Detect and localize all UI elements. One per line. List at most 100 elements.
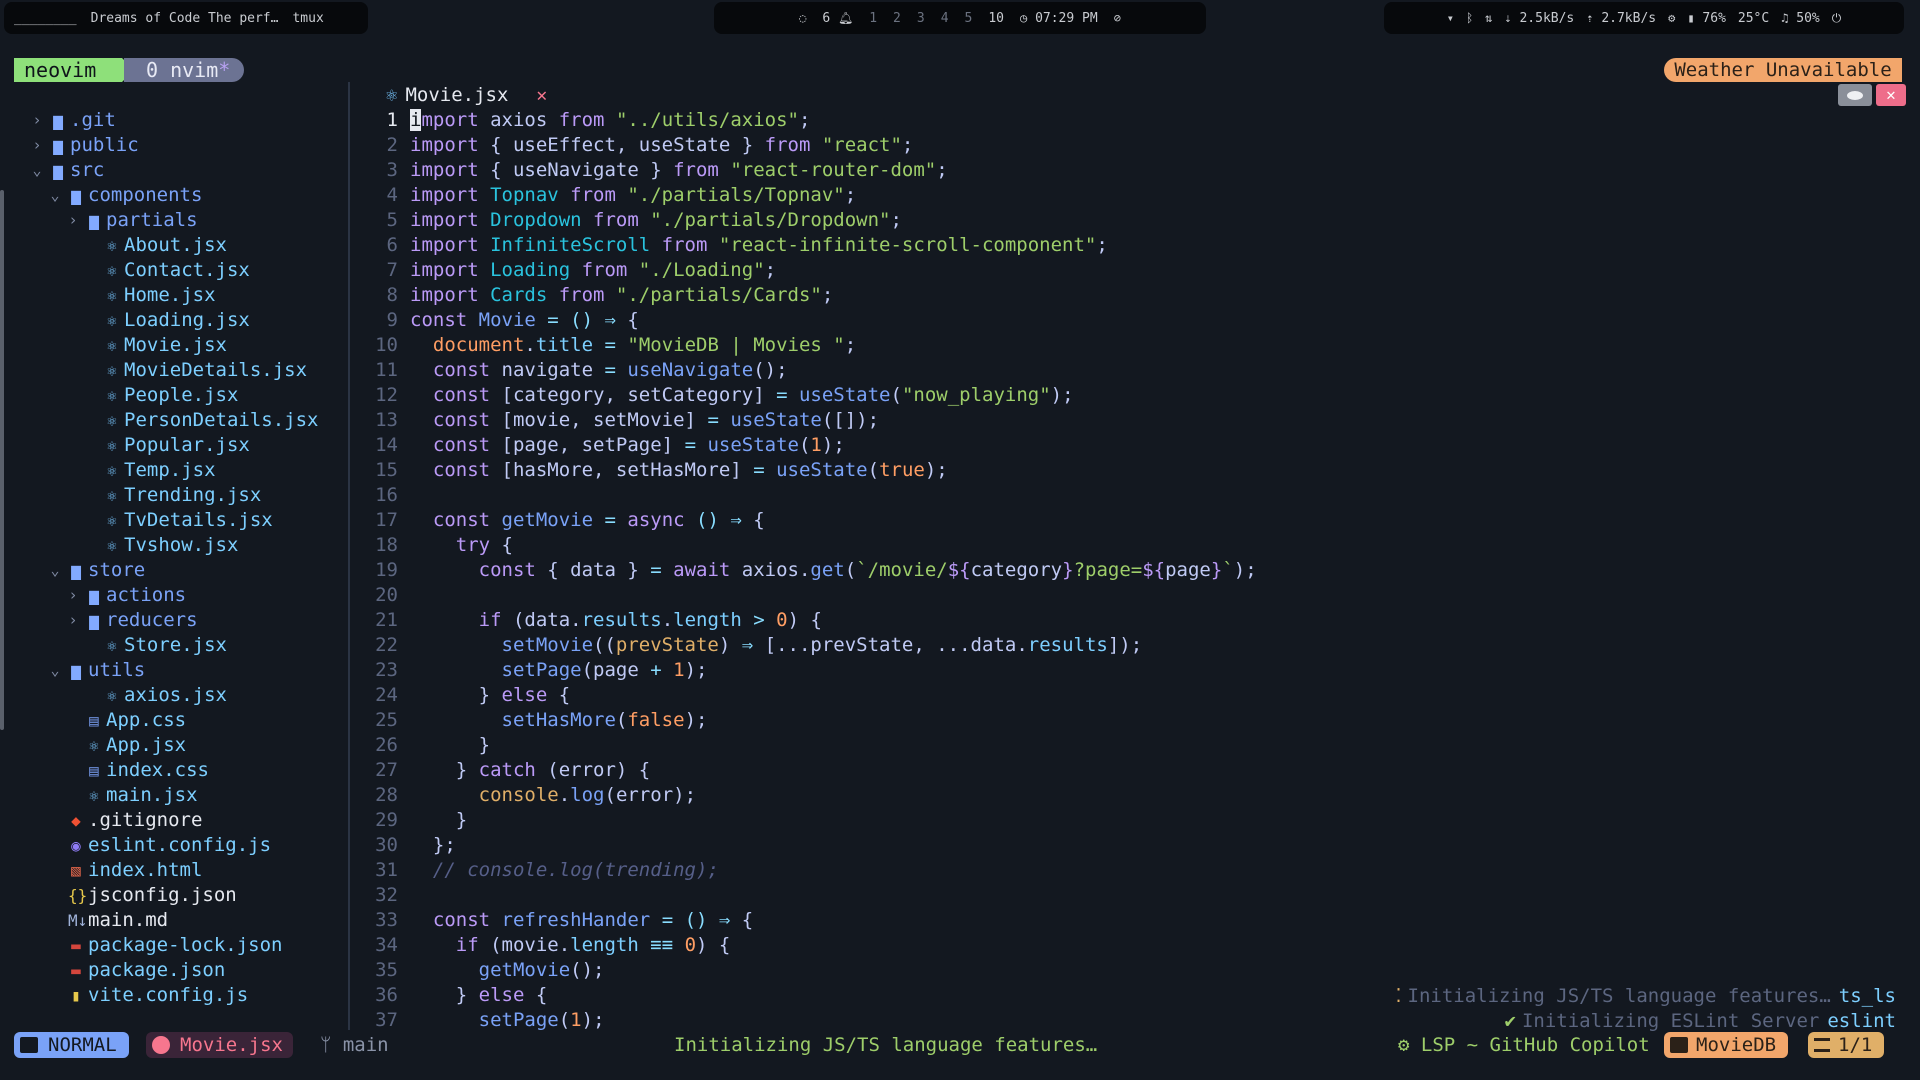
tmux-window-tab[interactable]: 0 nvim* [124,58,244,82]
clock[interactable]: ◷ 07:29 PM [1020,11,1098,26]
close-icon[interactable]: ✕ [536,85,547,106]
tree-file[interactable]: ▤ index.css [30,758,350,783]
chevron-down-icon[interactable]: ⌄ [48,658,62,683]
chevron-down-icon[interactable]: ⌄ [48,558,62,583]
workspace-3[interactable]: 3 [917,11,925,26]
bluetooth-icon[interactable]: ᛒ [1466,11,1473,25]
tree-file[interactable]: ⚛ People.jsx [30,383,350,408]
code-line[interactable]: 3 import { useNavigate } from "react-rout… [362,158,1902,183]
code-line[interactable]: 12 const [category, setCategory] = useSt… [362,383,1902,408]
code-line[interactable]: 14 const [page, setPage] = useState(1); [362,433,1902,458]
workspace-6[interactable]: 6 🔔︎ [822,11,853,26]
network-icon[interactable]: ⇅ [1485,11,1492,25]
workspace-4[interactable]: 4 [941,11,949,26]
tree-folder[interactable]: ⌄ ▆ utils [30,658,350,683]
tree-file[interactable]: ◆ .gitignore [30,808,350,833]
tree-file[interactable]: ⚛ TvDetails.jsx [30,508,350,533]
code-line[interactable]: 8 import Cards from "./partials/Cards"; [362,283,1902,308]
left-scrollbar[interactable] [0,190,4,730]
project-name[interactable]: MovieDB [1664,1032,1789,1058]
volume[interactable]: ♫ 50% [1781,11,1820,26]
code-line[interactable]: 7 import Loading from "./Loading"; [362,258,1902,283]
chevron-down-icon[interactable]: ⌄ [48,183,62,208]
code-line[interactable]: 35 getMovie(); [362,958,1902,983]
code-line[interactable]: 18 try { [362,533,1902,558]
code-line[interactable]: 13 const [movie, setMovie] = useState([]… [362,408,1902,433]
code-line[interactable]: 24 } else { [362,683,1902,708]
tree-file[interactable]: ▧ index.html [30,858,350,883]
tree-file[interactable]: ⚛ PersonDetails.jsx [30,408,350,433]
code-line[interactable]: 11 const navigate = useNavigate(); [362,358,1902,383]
code-editor[interactable]: 1 import axios from "../utils/axios"; 2 imp… [362,108,1902,1033]
code-line[interactable]: 34 if (movie.length ≡≡ 0) { [362,933,1902,958]
workspace-indicator[interactable]: ________ [14,11,77,26]
tree-folder[interactable]: ⌄ ▆ store [30,558,350,583]
tree-file[interactable]: ⚛ Tvshow.jsx [30,533,350,558]
tree-file[interactable]: ▬ package.json [30,958,350,983]
code-line[interactable]: 17 const getMovie = async () ⇒ { [362,508,1902,533]
code-line[interactable]: 30 }; [362,833,1902,858]
workspace-5[interactable]: 5 [965,11,973,26]
code-line[interactable]: 6 import InfiniteScroll from "react-infin… [362,233,1902,258]
code-line[interactable]: 19 const { data } = await axios.get(`/mo… [362,558,1902,583]
tree-file[interactable]: ⚛ Home.jsx [30,283,350,308]
workspace-1[interactable]: 1 [869,11,877,26]
power-save-icon[interactable]: ◌ [799,11,806,25]
tree-folder[interactable]: › ▆ partials [30,208,350,233]
tree-file[interactable]: ⚛ Store.jsx [30,633,350,658]
tree-file[interactable]: M↓ main.md [30,908,350,933]
tree-folder[interactable]: ⌄ ▆ components [30,183,350,208]
tree-folder[interactable]: › ▆ reducers [30,608,350,633]
code-line[interactable]: 32 [362,883,1902,908]
tree-file[interactable]: ⚛ Movie.jsx [30,333,350,358]
tree-file[interactable]: ⚛ Temp.jsx [30,458,350,483]
code-line[interactable]: 27 } catch (error) { [362,758,1902,783]
chevron-down-icon[interactable]: ⌄ [30,158,44,183]
tree-file[interactable]: ⚛ Popular.jsx [30,433,350,458]
tree-file[interactable]: ⚛ Trending.jsx [30,483,350,508]
eye-off-icon[interactable]: ⊘ [1114,11,1121,25]
code-line[interactable]: 21 if (data.results.length > 0) { [362,608,1902,633]
code-line[interactable]: 26 } [362,733,1902,758]
close-notification-button[interactable]: ✕ [1876,84,1906,106]
tree-file[interactable]: ⚛ App.jsx [30,733,350,758]
tree-file[interactable]: {} jsconfig.json [30,883,350,908]
tmux-session-tab[interactable]: neovim [14,58,122,82]
tree-folder[interactable]: › ▆ .git [30,108,350,133]
tree-folder[interactable]: › ▆ public [30,133,350,158]
code-line[interactable]: 31 // console.log(trending); [362,858,1902,883]
code-line[interactable]: 29 } [362,808,1902,833]
code-line[interactable]: 20 [362,583,1902,608]
tree-file[interactable]: ⚛ About.jsx [30,233,350,258]
code-line[interactable]: 10 document.title = "MovieDB | Movies "; [362,333,1902,358]
chevron-right-icon[interactable]: › [66,583,80,608]
code-line[interactable]: 5 import Dropdown from "./partials/Dropdo… [362,208,1902,233]
chevron-right-icon[interactable]: › [30,108,44,133]
power-icon[interactable]: ⏻ [1832,11,1842,26]
current-file[interactable]: Movie.jsx [146,1032,293,1058]
tree-file[interactable]: ⚛ axios.jsx [30,683,350,708]
code-line[interactable]: 28 console.log(error); [362,783,1902,808]
code-line[interactable]: 25 setHasMore(false); [362,708,1902,733]
chevron-right-icon[interactable]: › [30,133,44,158]
code-line[interactable]: 33 const refreshHander = () ⇒ { [362,908,1902,933]
tree-folder[interactable]: ⌄ ▆ src [30,158,350,183]
code-line[interactable]: 16 [362,483,1902,508]
code-line[interactable]: 4 import Topnav from "./partials/Topnav"; [362,183,1902,208]
tree-file[interactable]: ⚛ MovieDetails.jsx [30,358,350,383]
git-branch[interactable]: ᛘ main [320,1032,389,1058]
chevron-right-icon[interactable]: › [66,608,80,633]
tree-file[interactable]: ⚛ Loading.jsx [30,308,350,333]
tree-file[interactable]: ▬ package-lock.json [30,933,350,958]
workspace-2[interactable]: 2 [893,11,901,26]
code-line[interactable]: 9 const Movie = () ⇒ { [362,308,1902,333]
toggle-visibility-button[interactable] [1838,84,1872,106]
code-line[interactable]: 23 setPage(page + 1); [362,658,1902,683]
tree-folder[interactable]: › ▆ actions [30,583,350,608]
tree-file[interactable]: ⚛ main.jsx [30,783,350,808]
code-line[interactable]: 15 const [hasMore, setHasMore] = useStat… [362,458,1902,483]
code-line[interactable]: 1 import axios from "../utils/axios"; [362,108,1902,133]
chevron-right-icon[interactable]: › [66,208,80,233]
wifi-icon[interactable]: ▾ [1447,11,1454,25]
workspace-10[interactable]: 10 [988,11,1004,26]
